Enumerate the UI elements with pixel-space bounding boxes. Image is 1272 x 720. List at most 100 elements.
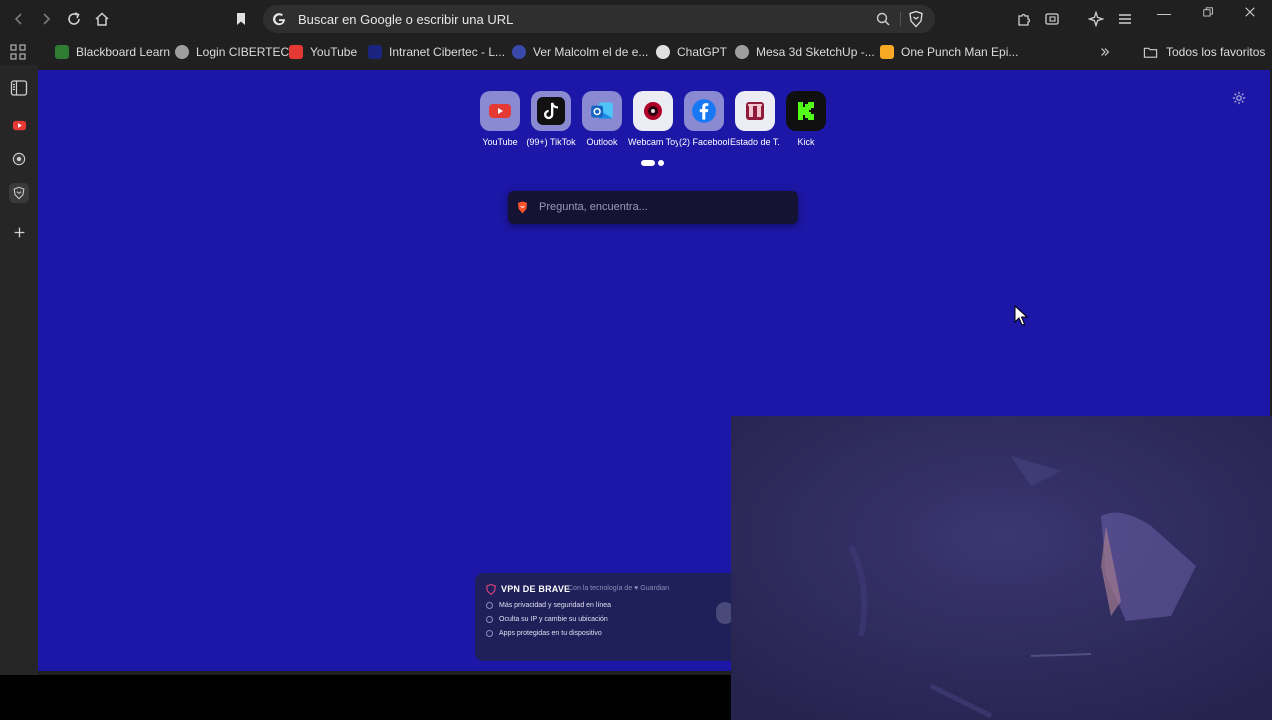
shortcut-tile-youtube[interactable]: YouTube [475,91,525,147]
tile-label: Kick [797,137,815,147]
tile-label: (99+) TikTok [526,137,576,147]
circle-app-icon [12,152,26,166]
cibertec-icon [368,45,382,59]
shortcut-tile-facebook[interactable]: (2) Facebook [679,91,729,147]
youtube-icon [489,104,511,118]
forward-button[interactable] [35,8,57,30]
pagination-dots [639,160,669,168]
search-placeholder: Pregunta, encuentra... [539,201,648,213]
all-bookmarks-folder[interactable]: Todos los favoritos [1143,43,1265,61]
google-icon [273,13,285,26]
brave-shields-icon[interactable] [907,10,925,28]
vpn-powered-by: Con la tecnología de ♥ Guardian [568,585,670,592]
plus-icon [14,227,24,237]
bookmark-icon [237,13,245,25]
restore-icon [1202,7,1213,17]
shortcut-tile-webcam-toy[interactable]: Webcam Toy [628,91,678,147]
tile-label: Webcam Toy [628,137,678,147]
outlook-icon [591,102,613,119]
blackboard-icon [55,45,69,59]
tile-label: YouTube [482,137,518,147]
restore-button[interactable] [1199,4,1217,22]
globe-icon [175,45,189,59]
double-chevron-icon [1101,48,1110,56]
anime-site-icon [880,45,894,59]
address-bar-text: Buscar en Google o escribir una URL [298,12,514,27]
bookmark-item[interactable]: YouTube [289,43,357,61]
webcam-overlay [731,416,1272,720]
page-dot[interactable] [658,160,664,166]
menu-button[interactable] [1114,8,1136,30]
search-icon[interactable] [875,11,891,27]
more-bookmarks-button[interactable] [1099,43,1111,61]
sidebar-youtube-button[interactable] [9,115,29,135]
tile-icon-box [786,91,826,131]
taskbar-strip [0,675,731,720]
shield-icon [13,186,25,200]
kick-icon [798,102,814,120]
tile-icon-box [480,91,520,131]
address-bar[interactable]: Buscar en Google o escribir una URL [263,5,935,33]
vpn-title: VPN DE BRAVE [501,584,571,594]
chatgpt-icon [656,45,670,59]
reload-button[interactable] [63,8,85,30]
forward-arrow-icon [43,13,51,25]
youtube-icon [289,45,303,59]
tile-label: Outlook [586,137,618,147]
tile-icon-box [582,91,622,131]
tile-icon-box [531,91,571,131]
tile-icon-box [684,91,724,131]
apps-grid-button[interactable] [10,43,26,61]
bookmarks-bar: Blackboard Learn Login CIBERTEC YouTube … [0,38,1272,65]
minimize-button[interactable]: — [1155,4,1173,22]
toolbar: Buscar en Google o escribir una URL — [0,0,1272,38]
home-button[interactable] [91,8,113,30]
sidebar-panel-icon [10,80,28,96]
youtube-icon [12,120,26,130]
tiktok-icon [537,97,565,125]
check-icon [486,602,493,609]
vpn-feature: Apps protegidas en tu dispositivo [499,630,602,637]
wallet-icon [1045,13,1059,25]
bookmark-item[interactable]: Login CIBERTEC [175,43,289,61]
estado-site-icon [746,102,764,120]
bookmark-item[interactable]: Ver Malcolm el de e... [512,43,648,61]
mouse-cursor-icon [1014,305,1029,326]
leo-search-input[interactable]: Pregunta, encuentra... [508,191,798,224]
tile-icon-box [735,91,775,131]
shortcut-tile-estado[interactable]: Estado de T... [730,91,780,147]
home-icon [95,12,109,26]
vpn-promo-card[interactable]: VPN DE BRAVE Con la tecnología de ♥ Guar… [475,573,737,661]
shortcut-tile-tiktok[interactable]: (99+) TikTok [526,91,576,147]
wallet-button[interactable] [1041,8,1063,30]
sidebar-app-button[interactable] [9,149,29,169]
bookmark-item[interactable]: Intranet Cibertec - L... [368,43,505,61]
sidebar-add-button[interactable] [9,222,29,242]
leo-ai-button[interactable] [1085,8,1107,30]
facebook-icon [692,99,716,123]
vpn-shield-icon [486,584,496,595]
shortcut-tile-outlook[interactable]: Outlook [577,91,627,147]
folder-icon [1143,47,1158,58]
gear-icon[interactable] [1232,91,1246,105]
brave-lion-icon [517,201,528,214]
reload-icon [68,12,80,25]
shortcut-tile-kick[interactable]: Kick [781,91,831,147]
sidebar-toggle-button[interactable] [9,78,29,98]
page-dot-active[interactable] [641,160,655,166]
bookmark-item[interactable]: One Punch Man Epi... [880,43,1018,61]
sidebar-vpn-button[interactable] [9,183,29,203]
bookmark-item[interactable]: ChatGPT [656,43,727,61]
apps-grid-icon [10,44,26,60]
bookmark-item[interactable]: Mesa 3d SketchUp -... [735,43,875,61]
back-arrow-icon [14,13,22,25]
sketchup-icon [735,45,749,59]
sparkle-star-icon [1088,11,1104,27]
bookmark-item[interactable]: Blackboard Learn [55,43,170,61]
bookmark-page-button[interactable] [230,8,252,30]
close-window-button[interactable] [1241,4,1259,22]
divider [900,12,901,26]
video-site-icon [512,45,526,59]
back-button[interactable] [8,8,30,30]
extensions-button[interactable] [1013,8,1035,30]
